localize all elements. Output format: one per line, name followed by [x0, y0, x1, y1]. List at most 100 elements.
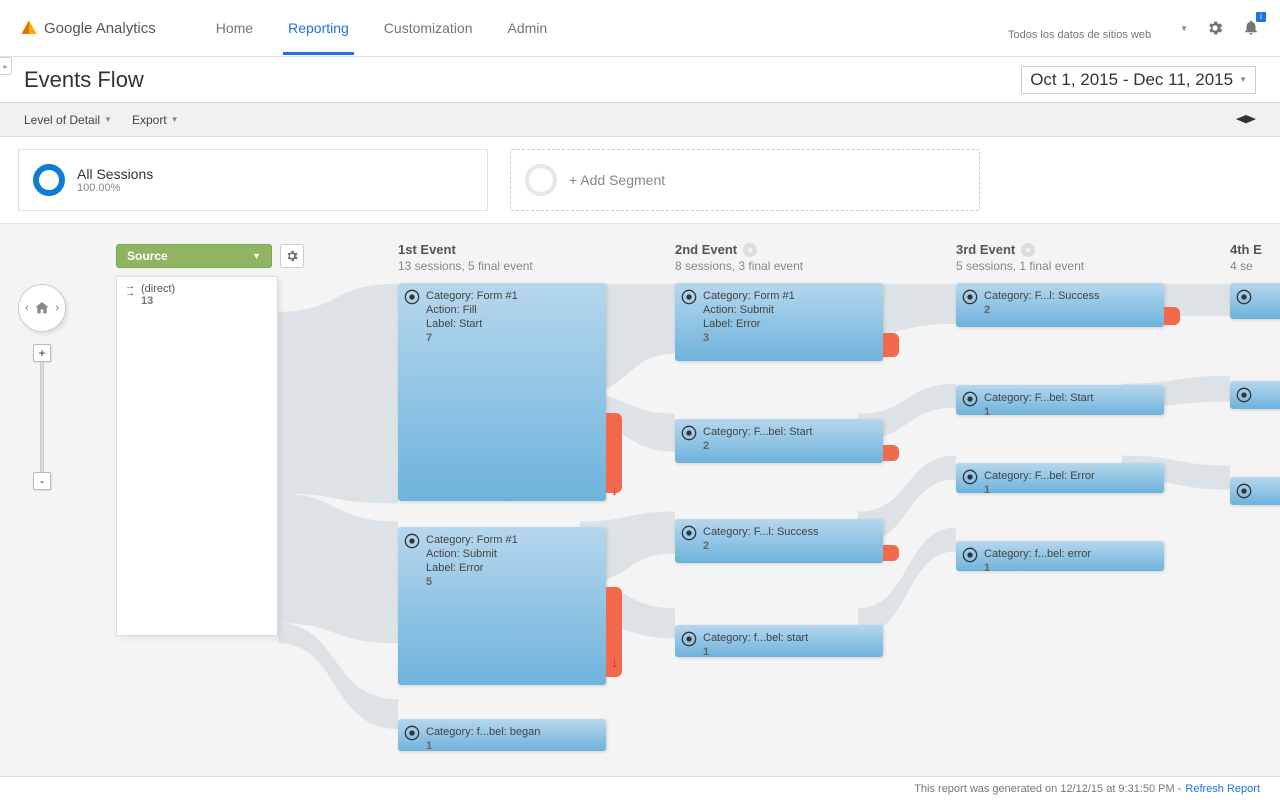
footer-timestamp: This report was generated on 12/12/15 at… [914, 783, 1181, 795]
logo[interactable]: Google Analytics [20, 19, 156, 37]
account-sub: Todos los datos de sitios web [1008, 29, 1151, 41]
event-icon [681, 425, 697, 441]
flow-viz: Source ▼ ‹ › + - →→ (direct) 13 1st Even… [0, 223, 1280, 785]
education-icon[interactable] [1236, 114, 1256, 126]
sidebar-expand-button[interactable]: ▸ [0, 57, 12, 75]
top-nav: Home Reporting Customization Admin [216, 2, 547, 54]
segment-circle-icon [33, 164, 65, 196]
flow-node[interactable] [1230, 283, 1280, 319]
zoom-in-button[interactable]: + [33, 344, 51, 362]
date-range-text: Oct 1, 2015 - Dec 11, 2015 [1030, 70, 1233, 90]
traffic-arrows-icon: →→ [125, 283, 135, 297]
logo-icon [20, 19, 38, 37]
column-remove-button[interactable]: × [743, 243, 757, 257]
gear-icon [285, 249, 299, 263]
flow-column-4: 4th E 4 se [1230, 242, 1280, 515]
nav-home[interactable]: Home [216, 2, 253, 54]
flow-node[interactable]: Category: Form #1Action: SubmitLabel: Er… [398, 527, 606, 685]
account-picker[interactable]: Todos los datos de sitios web [1007, 14, 1162, 42]
chevron-right-icon[interactable]: › [55, 302, 59, 314]
chevron-left-icon[interactable]: ‹ [25, 302, 29, 314]
dimension-picker[interactable]: Source ▼ [116, 244, 272, 268]
dimension-row-name: (direct) [141, 283, 175, 295]
flow-column-1: 1st Event 13 sessions, 5 final event Cat… [398, 242, 606, 761]
flow-node[interactable]: Category: f...bel: start1 [675, 625, 883, 657]
notifications-button[interactable]: i [1242, 18, 1260, 39]
column-remove-button[interactable]: × [1021, 243, 1035, 257]
brand-text: Google Analytics [44, 20, 156, 37]
flow-node[interactable]: Category: Form #1Action: SubmitLabel: Er… [675, 283, 883, 361]
segment-percent: 100.00% [77, 182, 153, 194]
notification-badge: i [1256, 12, 1266, 22]
home-icon[interactable] [34, 300, 50, 316]
account-caret-icon[interactable]: ▼ [1180, 24, 1188, 33]
event-icon [404, 533, 420, 549]
flow-node[interactable]: Category: Form #1Action: FillLabel: Star… [398, 283, 606, 501]
column-subtitle: 5 sessions, 1 final event [956, 259, 1164, 273]
flow-node[interactable]: Category: F...l: Success2 [675, 519, 883, 563]
page-header: Events Flow Oct 1, 2015 - Dec 11, 2015 ▼ [0, 57, 1280, 103]
event-icon [962, 469, 978, 485]
date-range-picker[interactable]: Oct 1, 2015 - Dec 11, 2015 ▼ [1021, 66, 1256, 94]
column-title: 1st Event [398, 242, 606, 257]
column-title: 3rd Event [956, 242, 1015, 257]
flow-column-3: 3rd Event × 5 sessions, 1 final event Cat… [956, 242, 1164, 581]
flow-controls: Source ▼ [26, 244, 306, 276]
column-title: 2nd Event [675, 242, 737, 257]
flow-node[interactable]: Category: f...bel: error1 [956, 541, 1164, 571]
export-menu[interactable]: Export▼ [132, 113, 179, 127]
nav-reporting[interactable]: Reporting [288, 2, 349, 54]
add-segment-button[interactable]: + Add Segment [510, 149, 980, 211]
nav-admin[interactable]: Admin [508, 2, 548, 54]
event-icon [962, 289, 978, 305]
flow-node[interactable]: Category: f...bel: began1 [398, 719, 606, 751]
segments-bar: All Sessions 100.00% + Add Segment [0, 137, 1280, 223]
flow-node[interactable] [1230, 477, 1280, 505]
event-icon [962, 391, 978, 407]
flow-settings-button[interactable] [280, 244, 304, 268]
zoom-out-button[interactable]: - [33, 472, 51, 490]
refresh-report-link[interactable]: Refresh Report [1185, 783, 1260, 795]
column-subtitle: 13 sessions, 5 final event [398, 259, 606, 273]
chevron-down-icon: ▼ [171, 115, 179, 124]
dimension-row[interactable]: →→ (direct) 13 [117, 277, 277, 313]
dimension-label: Source [127, 249, 168, 263]
topbar: Google Analytics Home Reporting Customiz… [0, 0, 1280, 57]
event-icon [681, 525, 697, 541]
nav-customization[interactable]: Customization [384, 2, 473, 54]
flow-node[interactable]: Category: F...bel: Start2 [675, 419, 883, 463]
flow-node[interactable] [1230, 381, 1280, 409]
toolbar: Level of Detail▼ Export▼ [0, 103, 1280, 137]
chevron-down-icon: ▼ [252, 251, 261, 261]
settings-icon[interactable] [1206, 19, 1224, 37]
flow-node[interactable]: Category: F...bel: Start1 [956, 385, 1164, 415]
flow-node[interactable]: Category: F...bel: Error1 [956, 463, 1164, 493]
page-title: Events Flow [24, 67, 144, 93]
segment-all-sessions[interactable]: All Sessions 100.00% [18, 149, 488, 211]
event-icon [404, 289, 420, 305]
dropoff-marker [883, 545, 899, 561]
column-subtitle: 4 se [1230, 259, 1280, 273]
event-icon [404, 725, 420, 741]
dropoff-marker [606, 413, 622, 493]
flow-column-2: 2nd Event× 8 sessions, 3 final event Cat… [675, 242, 883, 667]
topbar-right: Todos los datos de sitios web ▼ i [1007, 14, 1260, 42]
event-icon [681, 631, 697, 647]
dropoff-marker [883, 445, 899, 461]
dropoff-arrow-icon: ↓ [611, 655, 618, 669]
flow-pan-control[interactable]: ‹ › [18, 284, 66, 332]
flow-node[interactable]: Category: F...l: Success2 [956, 283, 1164, 327]
add-segment-label: + Add Segment [569, 172, 665, 188]
event-icon [1236, 387, 1252, 403]
chevron-down-icon: ▼ [104, 115, 112, 124]
event-icon [1236, 289, 1252, 305]
dropoff-marker [883, 333, 899, 357]
column-title: 4th E [1230, 242, 1280, 257]
zoom-track[interactable] [40, 362, 44, 472]
event-icon [962, 547, 978, 563]
dimension-row-count: 13 [141, 295, 175, 307]
level-of-detail-menu[interactable]: Level of Detail▼ [24, 113, 112, 127]
chevron-down-icon: ▼ [1239, 75, 1247, 84]
segment-title: All Sessions [77, 166, 153, 182]
event-icon [1236, 483, 1252, 499]
